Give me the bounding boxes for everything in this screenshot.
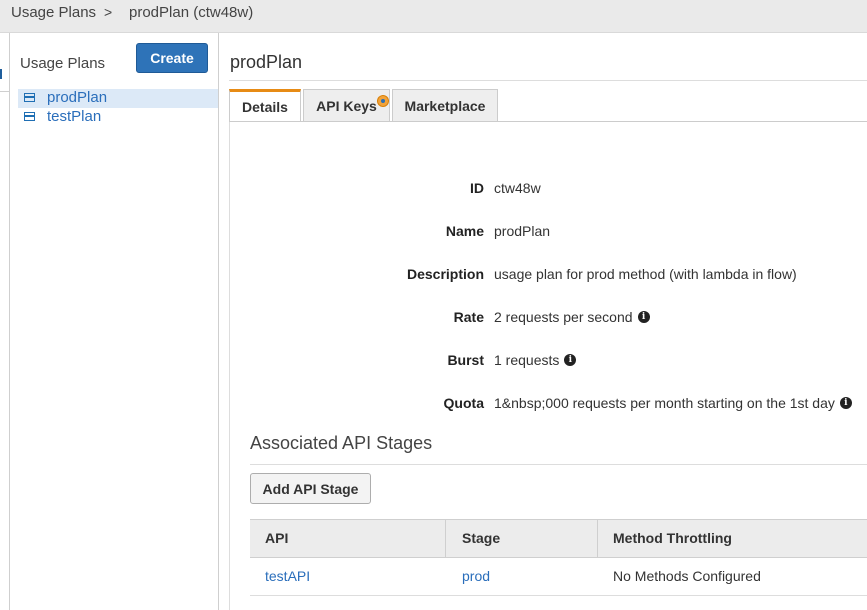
usage-plan-icon bbox=[24, 93, 35, 102]
nav-rail-indicator bbox=[0, 69, 2, 79]
collapsed-nav-rail[interactable] bbox=[0, 33, 10, 610]
breadcrumb-bar: Usage Plans > prodPlan (ctw48w) bbox=[0, 0, 867, 33]
method-throttling-value: No Methods Configured bbox=[613, 568, 761, 584]
tabs-divider bbox=[229, 121, 867, 122]
stages-table-header: API Stage Method Throttling bbox=[250, 519, 867, 558]
content-border bbox=[229, 122, 230, 610]
name-value: prodPlan bbox=[494, 223, 551, 239]
add-api-stage-button[interactable]: Add API Stage bbox=[250, 473, 371, 504]
table-row: testAPI prod No Methods Configured bbox=[250, 558, 867, 596]
nav-rail-divider bbox=[0, 91, 9, 92]
usage-plans-sidebar: Usage Plans Create prodPlan testPlan bbox=[18, 33, 219, 610]
description-value: usage plan for prod method (with lambda … bbox=[494, 266, 797, 282]
id-value: ctw48w bbox=[494, 180, 541, 196]
quota-row: 1&nbsp;000 requests per month starting o… bbox=[494, 395, 852, 411]
sidebar-item-label: testPlan bbox=[47, 108, 102, 125]
quota-label: Quota bbox=[443, 395, 484, 411]
tab-api-keys[interactable]: API Keys bbox=[303, 89, 390, 121]
quota-value: 1&nbsp;000 requests per month starting o… bbox=[494, 395, 835, 411]
burst-row: 1 requests i bbox=[494, 352, 577, 368]
column-header-stage[interactable]: Stage bbox=[462, 520, 500, 557]
burst-value: 1 requests bbox=[494, 352, 560, 368]
burst-label: Burst bbox=[447, 352, 484, 368]
info-icon[interactable]: i bbox=[637, 311, 650, 323]
page-title: prodPlan bbox=[230, 52, 303, 72]
stage-link[interactable]: prod bbox=[462, 558, 490, 595]
column-header-api[interactable]: API bbox=[265, 520, 288, 557]
column-separator bbox=[445, 520, 446, 557]
name-label: Name bbox=[445, 223, 484, 239]
tab-details[interactable]: Details bbox=[229, 89, 301, 122]
create-button[interactable]: Create bbox=[136, 43, 208, 73]
rate-label: Rate bbox=[453, 309, 484, 325]
title-divider bbox=[229, 80, 867, 81]
tab-label: API Keys bbox=[316, 97, 377, 114]
info-icon[interactable]: i bbox=[839, 397, 852, 409]
breadcrumb-current: prodPlan (ctw48w) bbox=[129, 4, 254, 21]
sidebar-item-testplan[interactable]: testPlan bbox=[18, 108, 218, 127]
breadcrumb-separator: > bbox=[104, 4, 113, 20]
notification-dot-icon bbox=[378, 96, 388, 106]
usage-plan-icon bbox=[24, 112, 35, 121]
rate-value: 2 requests per second bbox=[494, 309, 633, 325]
section-divider bbox=[250, 464, 867, 465]
rate-row: 2 requests per second i bbox=[494, 309, 650, 325]
column-header-method-throttling[interactable]: Method Throttling bbox=[613, 520, 732, 557]
sidebar-item-label: prodPlan bbox=[47, 89, 108, 106]
column-separator bbox=[597, 520, 598, 557]
tab-marketplace[interactable]: Marketplace bbox=[392, 89, 498, 121]
description-label: Description bbox=[406, 266, 484, 282]
breadcrumb-usage-plans-link[interactable]: Usage Plans bbox=[11, 4, 96, 21]
info-icon[interactable]: i bbox=[564, 354, 577, 366]
api-link[interactable]: testAPI bbox=[265, 558, 310, 595]
sidebar-title: Usage Plans bbox=[20, 55, 106, 72]
sidebar-item-prodplan[interactable]: prodPlan bbox=[18, 89, 218, 108]
id-label: ID bbox=[470, 180, 484, 196]
section-title: Associated API Stages bbox=[250, 433, 433, 453]
